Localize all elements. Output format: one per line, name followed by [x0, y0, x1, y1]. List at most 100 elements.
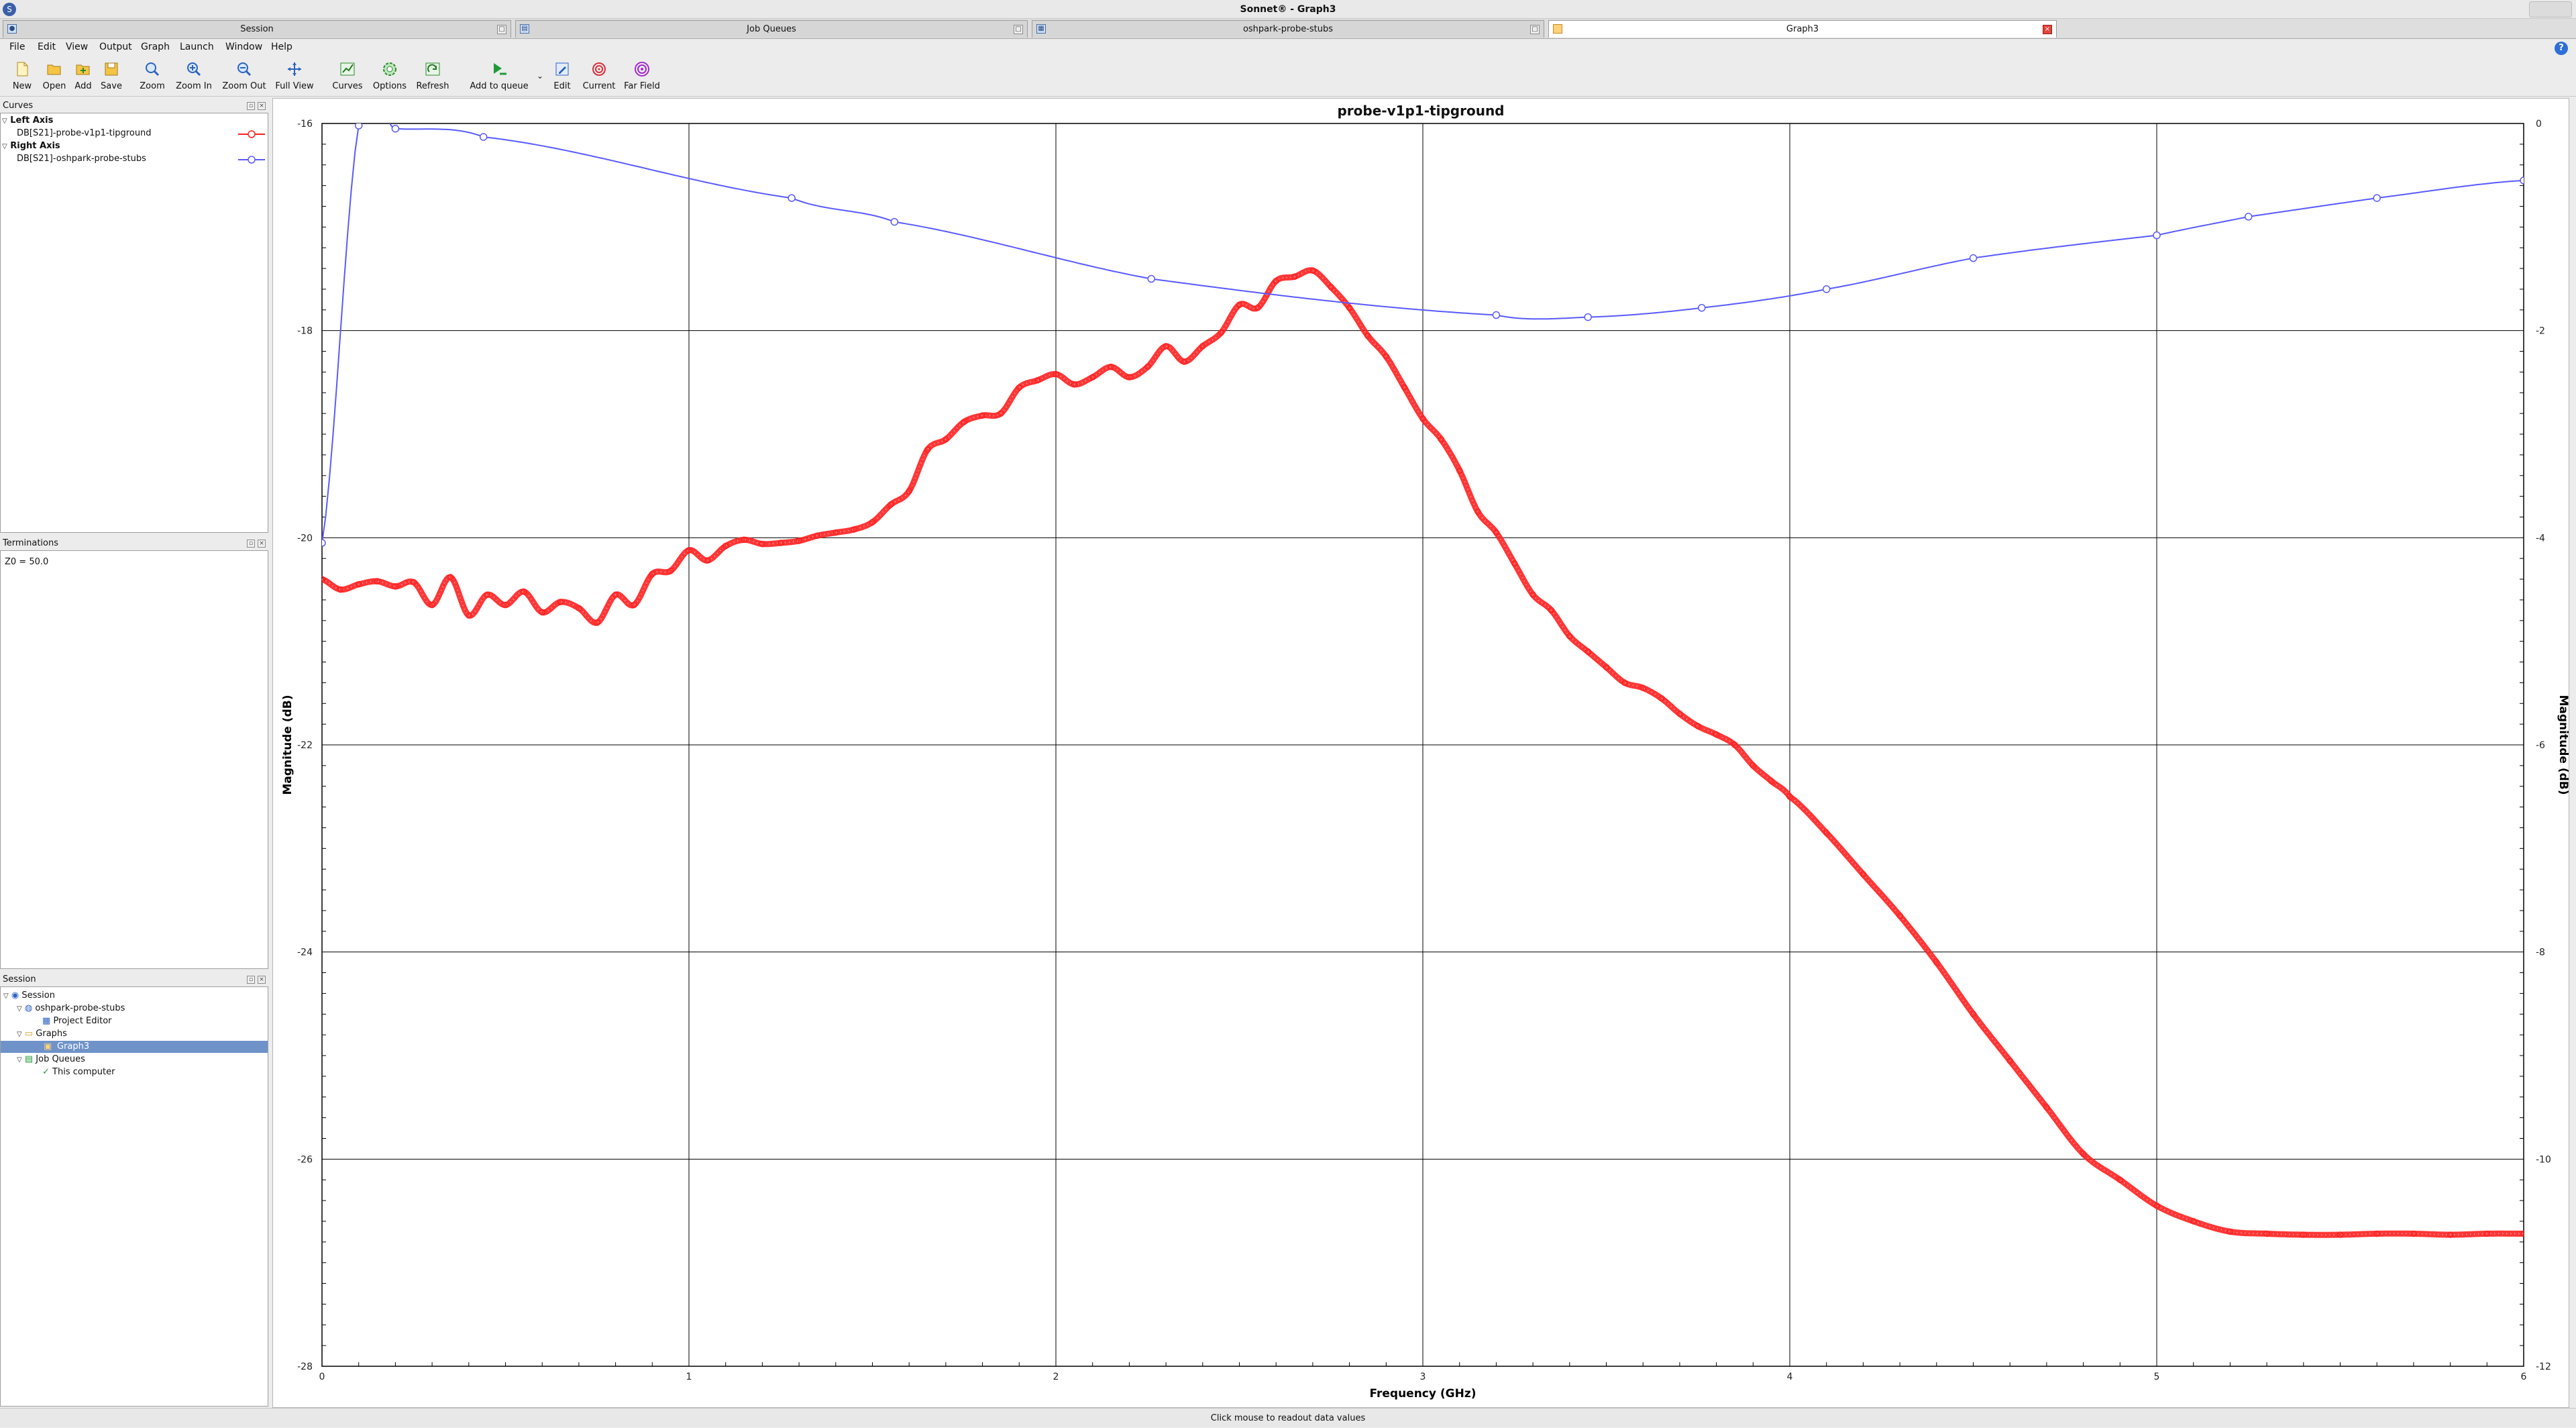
tree-item-this-computer[interactable]: ✓ This computer	[42, 1066, 115, 1078]
left-curve-item[interactable]: DB[S21]-probe-v1p1-tipground	[17, 128, 152, 140]
refresh-label: Refresh	[416, 81, 449, 91]
open-folder-icon	[47, 64, 61, 75]
menu-graph[interactable]: Graph	[141, 39, 170, 55]
left-curve-label: DB[S21]-probe-v1p1-tipground	[17, 128, 152, 138]
tree-item-project[interactable]: ▽ ◍ oshpark-probe-stubs	[17, 1003, 125, 1015]
tab-close-icon[interactable]: ×	[2043, 25, 2052, 34]
panel-float-icon[interactable]: ▫	[247, 976, 255, 984]
menu-output[interactable]: Output	[99, 39, 132, 55]
zoom-out-button[interactable]: Zoom Out	[219, 58, 270, 94]
help-icon[interactable]: ?	[2555, 42, 2568, 55]
menu-launch[interactable]: Launch	[180, 39, 214, 55]
add-to-queue-button[interactable]: Add to queue	[467, 58, 531, 94]
menu-view[interactable]: View	[66, 39, 88, 55]
tab-project[interactable]: ▦ oshpark-probe-stubs □	[1032, 20, 1544, 38]
panel-float-icon[interactable]: ▫	[247, 102, 255, 110]
job-queue-icon: ▤	[24, 1054, 34, 1064]
left-y-tick-label: -20	[297, 533, 313, 544]
left-axis-node[interactable]: ▽ Left Axis	[2, 115, 53, 128]
series-2-point	[1822, 285, 1831, 293]
right-axis-node[interactable]: ▽ Right Axis	[2, 140, 60, 153]
expand-triangle-icon[interactable]: ▽	[3, 992, 9, 1000]
full-view-icon	[288, 62, 301, 76]
tab-graph3[interactable]: Graph3 ×	[1548, 20, 2057, 38]
x-axis-label: Frequency (GHz)	[1369, 1387, 1476, 1400]
x-tick-label: 6	[2521, 1372, 2527, 1382]
status-text: Click mouse to readout data values	[1210, 1413, 1366, 1423]
right-axis-label: Right Axis	[10, 141, 60, 151]
curves-button[interactable]: Curves	[329, 58, 366, 94]
full-view-button[interactable]: Full View	[270, 58, 319, 94]
left-y-tick-label: -24	[297, 948, 313, 958]
check-circle-icon: ✓	[42, 1067, 50, 1077]
panel-close-icon[interactable]: ×	[258, 540, 266, 548]
far-field-button[interactable]: Far Field	[621, 58, 663, 94]
panel-close-icon[interactable]: ×	[258, 102, 266, 110]
tree-item-job-queues[interactable]: ▽ ▤ Job Queues	[17, 1054, 85, 1066]
refresh-button[interactable]: Refresh	[412, 58, 453, 94]
menu-help[interactable]: Help	[271, 39, 292, 55]
project-icon: ◍	[24, 1003, 33, 1013]
curves-icon	[340, 62, 355, 76]
expand-triangle-icon[interactable]: ▽	[2, 143, 7, 150]
tree-item-session[interactable]: ▽ ◉ Session	[3, 990, 55, 1003]
zoom-in-button[interactable]: Zoom In	[170, 58, 217, 94]
terminations-panel-title: Terminations	[3, 538, 59, 548]
tab-close-icon[interactable]: □	[497, 25, 506, 34]
tree-label: Job Queues	[36, 1054, 85, 1064]
menu-window[interactable]: Window	[225, 39, 262, 55]
tab-close-icon[interactable]: □	[1014, 25, 1023, 34]
menu-file[interactable]: File	[9, 39, 25, 55]
edit-button[interactable]: Edit	[549, 58, 576, 94]
window-controls[interactable]	[2529, 1, 2572, 17]
chevron-down-icon[interactable]: ⌄	[537, 71, 543, 81]
panel-close-icon[interactable]: ×	[258, 976, 266, 984]
right-y-tick-label: 0	[2536, 119, 2542, 130]
expand-triangle-icon[interactable]: ▽	[17, 1056, 22, 1064]
x-tick-label: 4	[1787, 1372, 1793, 1382]
expand-triangle-icon[interactable]: ▽	[17, 1005, 22, 1013]
new-button[interactable]: New	[5, 58, 39, 94]
toolbar: New Open Add Save Zoom Zoom In Zoom Out …	[0, 55, 2576, 97]
folder-icon: ▭	[24, 1029, 34, 1039]
expand-triangle-icon[interactable]: ▽	[2, 117, 7, 125]
series-2-point	[2520, 176, 2524, 185]
tree-item-project-editor[interactable]: ▦ Project Editor	[42, 1015, 112, 1027]
right-y-axis-label: Magnitude (dB)	[2557, 695, 2569, 795]
tab-job-queues-label: Job Queues	[747, 24, 796, 34]
tree-label: Graph3	[57, 1041, 90, 1052]
tree-item-graphs[interactable]: ▽ ▭ Graphs	[17, 1028, 67, 1041]
right-curve-item[interactable]: DB[S21]-oshpark-probe-stubs	[17, 153, 146, 165]
plot-canvas[interactable]: 0 1 2 3 4 5 6 -16 0 -18 -2 -20 -4 -22 -6 -24 -8 -26 -10 -28…	[272, 98, 2569, 1408]
options-button[interactable]: Options	[370, 58, 409, 94]
tab-session[interactable]: ● Session □	[3, 20, 511, 38]
tree-item-graph3[interactable]: ▣ Graph3	[1, 1041, 268, 1053]
current-button[interactable]: Current	[578, 58, 620, 94]
series-2-point	[1697, 303, 1706, 312]
tab-bar: ● Session □ ▤ Job Queues □ ▦ oshpark-pro…	[0, 19, 2576, 39]
title-bar: S Sonnet® - Graph3	[0, 0, 2576, 19]
zoom-out-icon	[237, 62, 252, 76]
open-label: Open	[42, 81, 66, 91]
save-button[interactable]: Save	[97, 58, 126, 94]
tree-label: Graphs	[36, 1029, 67, 1039]
session-panel-title: Session	[3, 974, 36, 984]
zoom-button[interactable]: Zoom	[136, 58, 169, 94]
panel-float-icon[interactable]: ▫	[247, 540, 255, 548]
add-button[interactable]: Add	[70, 58, 97, 94]
series-2-point	[1492, 311, 1501, 319]
x-tick-label: 2	[1053, 1372, 1059, 1382]
menu-edit[interactable]: Edit	[38, 39, 56, 55]
tree-label: oshpark-probe-stubs	[35, 1003, 125, 1013]
add-folder-icon	[76, 64, 90, 75]
right-y-tick-label: -6	[2536, 740, 2545, 751]
right-y-tick-label: -10	[2536, 1154, 2551, 1165]
right-curve-label: DB[S21]-oshpark-probe-stubs	[17, 154, 146, 164]
tab-job-queues[interactable]: ▤ Job Queues □	[515, 20, 1028, 38]
open-button[interactable]: Open	[38, 58, 71, 94]
series-2-point	[890, 217, 899, 226]
expand-triangle-icon[interactable]: ▽	[17, 1031, 22, 1038]
tab-close-icon[interactable]: □	[1530, 25, 1540, 34]
graph-icon: ▣	[44, 1041, 52, 1052]
zoom-in-icon	[187, 62, 201, 76]
